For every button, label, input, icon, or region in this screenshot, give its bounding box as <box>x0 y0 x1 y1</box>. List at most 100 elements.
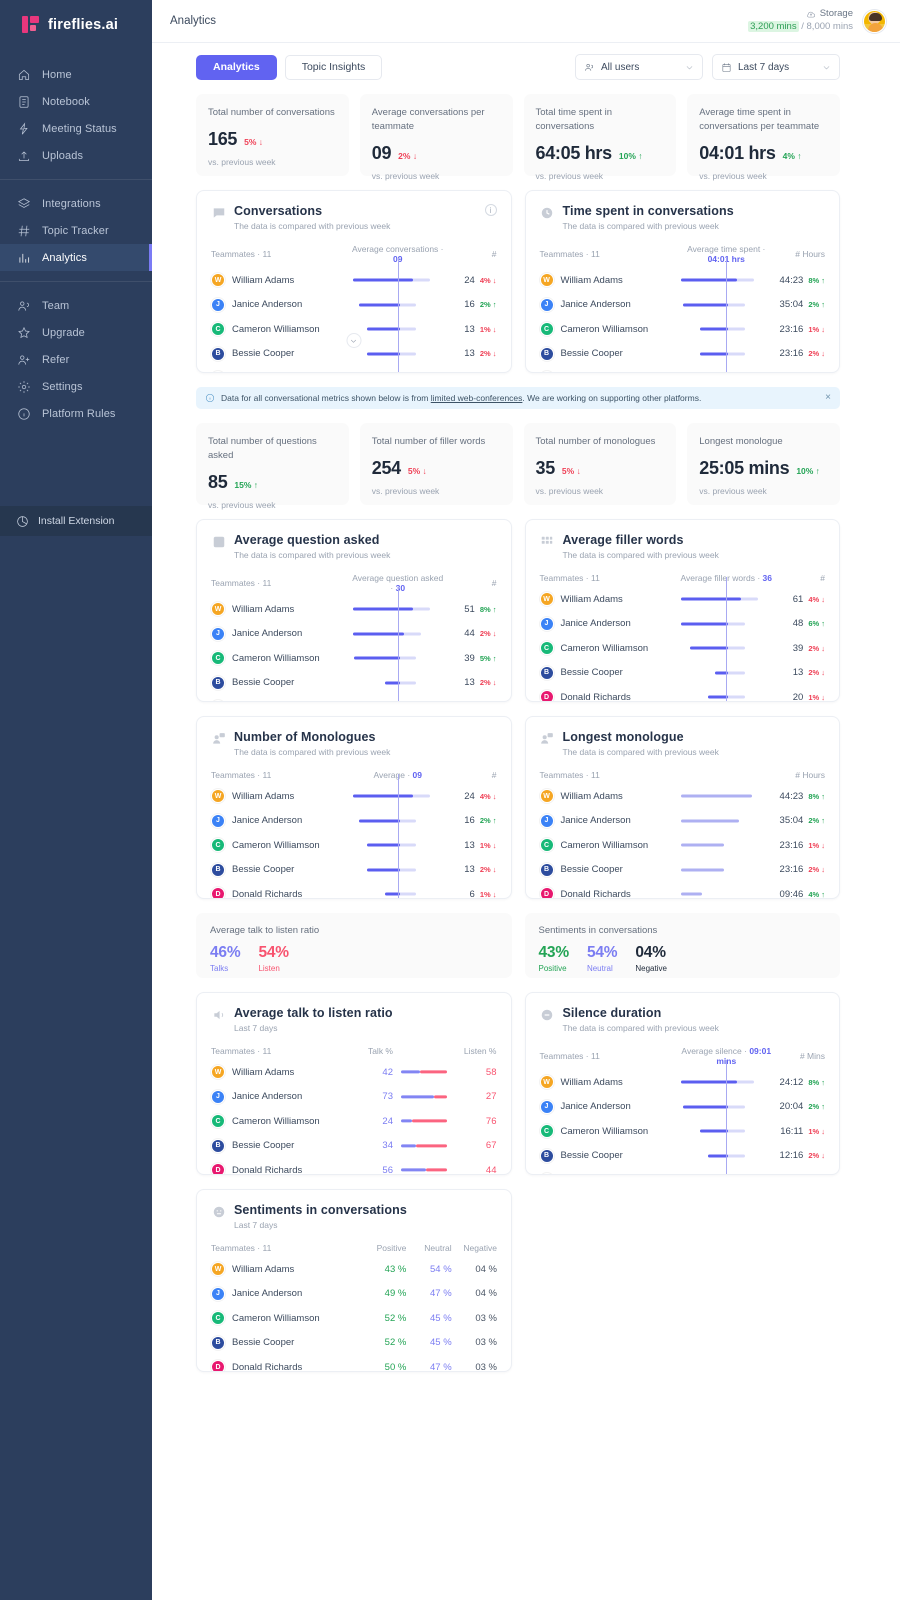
person-name: Cameron Williamson <box>560 642 649 654</box>
value: 23:16 <box>779 839 804 851</box>
tab-topic-insights[interactable]: Topic Insights <box>284 54 383 80</box>
kpi-value: 25:05 mins <box>699 457 790 478</box>
scroll-region[interactable]: Analytics Topic Insights All users Last 7… <box>152 43 900 1600</box>
table-row: B Bessie Cooper 52 % 45 % 03 % <box>211 1331 497 1356</box>
avatar: D <box>539 371 554 372</box>
avatar[interactable] <box>863 9 886 33</box>
user-filter-select[interactable]: All users <box>575 54 703 80</box>
teammates-count: Teammates · 11 <box>211 578 272 588</box>
average-axis-line <box>726 356 728 372</box>
minus-circle-icon <box>540 1007 555 1022</box>
value-delta: 8% ↑ <box>808 791 825 801</box>
value: 35:04 <box>779 815 804 827</box>
column-header: Teammates · 11 Average question asked · 3… <box>211 573 497 593</box>
person-name: Donald Richards <box>232 1164 303 1175</box>
kpi-card: Total number of questions asked 85 15% ↑ vs… <box>196 423 349 510</box>
avatar: C <box>539 641 554 656</box>
table-row: C Cameron Williamson 52 % 45 % 03 % <box>211 1306 497 1331</box>
storage-label: Storage <box>819 8 853 20</box>
sidebar-item-uploads[interactable]: Uploads <box>0 142 152 169</box>
person-name: Cameron Williamson <box>560 1125 649 1137</box>
bar <box>681 819 740 823</box>
value-delta: 2% ↓ <box>808 865 825 875</box>
table-row: D Donald Richards 56 44 <box>211 1158 497 1175</box>
value-delta: 4% ↓ <box>479 275 497 285</box>
person-cell: W William Adams <box>211 273 351 288</box>
average-axis-line <box>397 872 399 898</box>
summary-card: Average talk to listen ratio 46% Talks 54% L… <box>196 913 512 978</box>
teammates-count: Teammates · 11 <box>539 249 600 259</box>
sidebar-item-team[interactable]: Team <box>0 292 152 319</box>
avatar: D <box>211 1163 225 1174</box>
sidebar-item-integrations[interactable]: Integrations <box>0 190 152 217</box>
value-cell: 12:16 2% ↓ <box>773 1150 825 1161</box>
kpi-value-row: 25:05 mins 10% ↑ <box>699 458 828 479</box>
person-cell: C Cameron Williamson <box>539 1124 680 1139</box>
kpi-label: Average time spent in conversations per … <box>699 107 820 132</box>
value: 13 <box>464 677 475 689</box>
table-row: B Bessie Cooper 23:16 2% ↓ <box>539 331 825 372</box>
sidebar-item-label: Integrations <box>42 197 101 210</box>
avatar: B <box>211 1335 225 1350</box>
value: 20:04 <box>779 1101 804 1113</box>
value: 24 <box>464 790 475 802</box>
value-delta: 2% ↑ <box>808 816 825 826</box>
person-cell: D Donald Richards <box>211 887 351 898</box>
sidebar-item-settings[interactable]: Settings <box>0 373 152 400</box>
card-subtitle: The data is compared with previous week <box>234 747 391 757</box>
bar <box>353 656 400 660</box>
sidebar-item-refer[interactable]: Refer <box>0 346 152 373</box>
unit-header: # <box>820 573 825 583</box>
date-filter-select[interactable]: Last 7 days <box>712 54 840 80</box>
page-title: Analytics <box>170 15 217 27</box>
person-name: Bessie Cooper <box>560 667 623 679</box>
install-extension-button[interactable]: Install Extension <box>0 506 152 536</box>
table-row: B Bessie Cooper 12:16 2% ↓ <box>539 1133 825 1174</box>
avatar: J <box>539 813 554 828</box>
sidebar-item-analytics[interactable]: Analytics <box>0 244 152 271</box>
unit-header: # <box>491 249 497 259</box>
sidebar-item-upgrade[interactable]: Upgrade <box>0 319 152 346</box>
person-name: Donald Richards <box>560 888 631 899</box>
table-row: DDonald Richards61% ↓ <box>211 356 497 372</box>
summary-values: 46% Talks 54% Listen <box>210 944 498 973</box>
info-icon[interactable]: i <box>484 204 497 216</box>
close-icon[interactable]: × <box>825 393 831 403</box>
table-row: DDonald Richards09:464% ↑ <box>539 1158 826 1174</box>
brand-logo-area[interactable]: fireflies.ai <box>0 0 152 49</box>
person-cell: W William Adams <box>539 592 680 607</box>
bar <box>708 695 729 699</box>
value-cell: 51 8% ↑ <box>445 604 496 615</box>
storage-label-row: Storage <box>748 8 853 21</box>
smiley-icon <box>211 1204 226 1219</box>
users-icon <box>585 63 593 71</box>
table-row: W William Adams 24:12 8% ↑ <box>539 1060 825 1105</box>
sidebar-item-notebook[interactable]: Notebook <box>0 88 152 115</box>
value: 44 <box>464 628 475 640</box>
tab-analytics[interactable]: Analytics <box>196 54 277 80</box>
sidebar-item-platform-rules[interactable]: Platform Rules <box>0 400 152 427</box>
summary-item: 54% Listen <box>258 944 289 973</box>
sidebar-group: Home Notebook Meeting Status Uploads <box>0 57 152 173</box>
expand-button[interactable] <box>346 333 362 348</box>
table-row: W William Adams 43 % 54 % 04 % <box>211 1257 497 1282</box>
sidebar-item-home[interactable]: Home <box>0 61 152 88</box>
value-cell: 16 2% ↑ <box>445 815 496 826</box>
sidebar-item-meeting-status[interactable]: Meeting Status <box>0 115 152 142</box>
column-header: Teammates · 11 Talk % Listen % <box>211 1046 497 1056</box>
person-cell: C Cameron Williamson <box>211 1114 351 1129</box>
banner-link[interactable]: limited web-conferences <box>431 393 523 403</box>
kpi-value-row: 85 15% ↑ <box>208 472 337 493</box>
bar-cell <box>680 882 774 898</box>
person-cell: C Cameron Williamson <box>539 641 680 656</box>
value-cell: 16 2% ↑ <box>445 299 496 310</box>
value: 20 <box>792 691 804 702</box>
avatar: D <box>211 371 225 372</box>
value: 44:23 <box>779 790 804 802</box>
person-cell: J Janice Anderson <box>211 1286 361 1301</box>
chart-row-1: Conversations The data is compared with p… <box>196 190 840 373</box>
sidebar-item-topic-tracker[interactable]: Topic Tracker <box>0 217 152 244</box>
card-header: Sentiments in conversations Last 7 days <box>211 1203 497 1230</box>
value-cell: 24 4% ↓ <box>445 790 496 802</box>
person-name: Bessie Cooper <box>232 864 295 876</box>
